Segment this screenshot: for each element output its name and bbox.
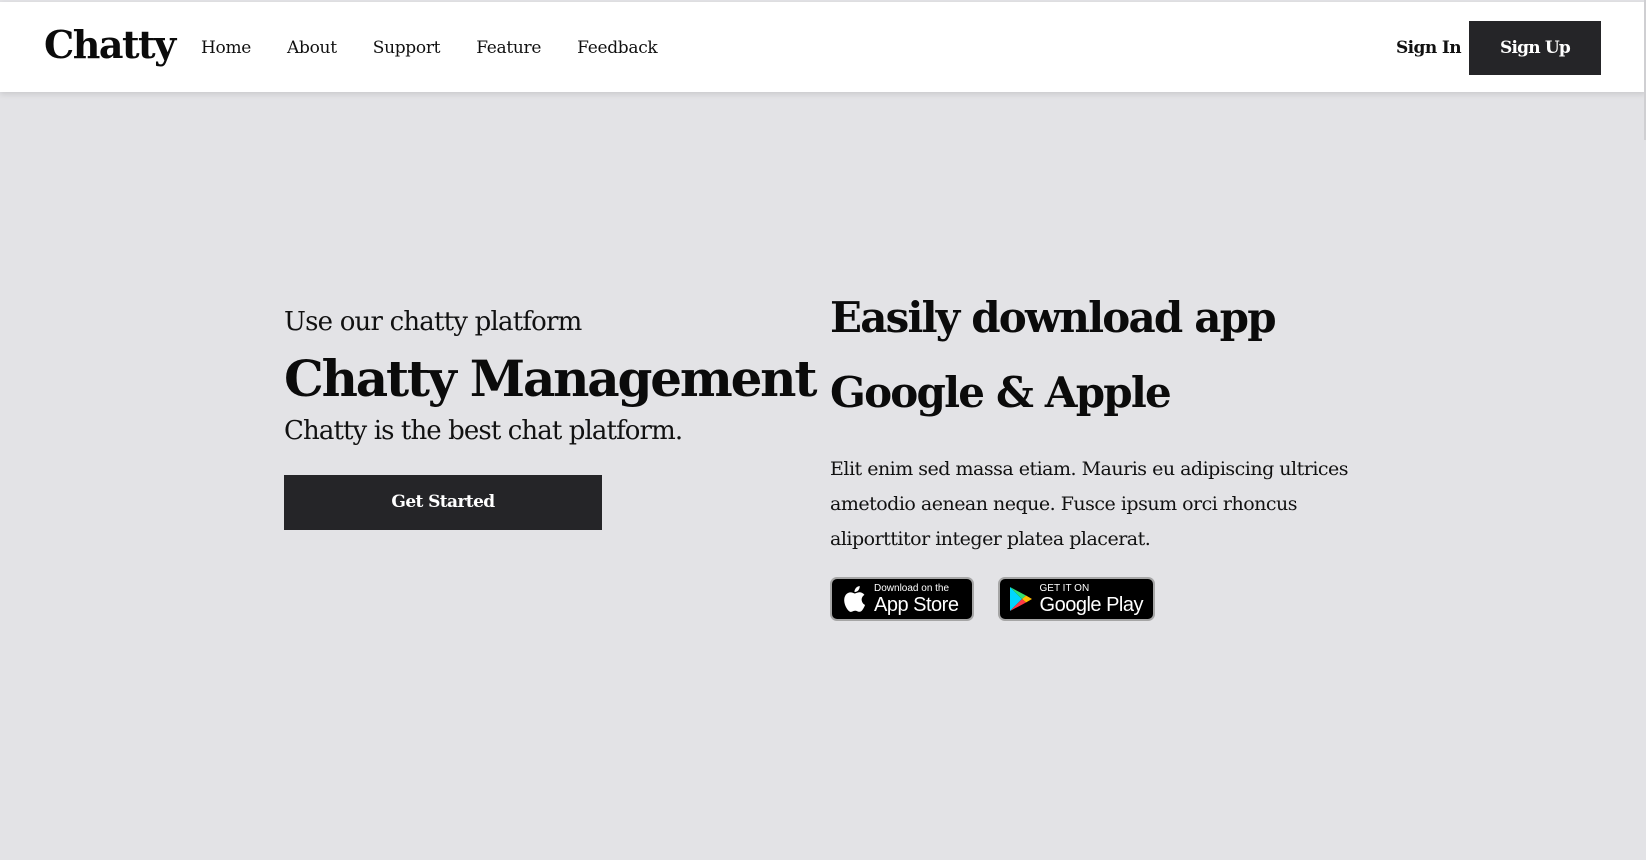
app-store-badge[interactable]: Download on the App Store	[830, 577, 974, 621]
hero-eyebrow: Use our chatty platform	[284, 307, 582, 337]
hero-section: Use our chatty platform Chatty Managemen…	[0, 92, 1646, 862]
navbar: Chatty Home About Support Feature Feedba…	[0, 2, 1646, 92]
download-title-line2: Google & Apple	[830, 368, 1172, 417]
download-title-line1: Easily download app	[830, 293, 1277, 342]
nav-link-support[interactable]: Support	[373, 38, 441, 58]
app-store-text: Download on the App Store	[874, 582, 959, 616]
store-badges: Download on the App Store GET IT ON Goog…	[830, 577, 1390, 621]
download-description: Elit enim sed massa etiam. Mauris eu adi…	[830, 458, 1349, 550]
hero-subtitle: Chatty is the best chat platform.	[284, 415, 683, 446]
hero-intro: Use our chatty platform Chatty Managemen…	[284, 307, 817, 530]
nav-link-home[interactable]: Home	[201, 38, 251, 58]
nav-link-feedback[interactable]: Feedback	[577, 38, 658, 58]
google-play-icon	[1008, 585, 1034, 613]
nav-link-feature[interactable]: Feature	[476, 38, 541, 58]
sign-in-link[interactable]: Sign In	[1396, 38, 1462, 58]
apple-icon	[840, 585, 868, 613]
google-play-text: GET IT ON Google Play	[1039, 582, 1144, 616]
google-play-small-text: GET IT ON	[1039, 582, 1090, 594]
sign-up-button[interactable]: Sign Up	[1469, 21, 1601, 75]
hero-title: Chatty Management	[284, 349, 817, 409]
app-store-small-text: Download on the	[874, 582, 950, 594]
app-store-big-text: App Store	[874, 593, 959, 616]
nav-links: Home About Support Feature Feedback	[201, 38, 693, 58]
google-play-big-text: Google Play	[1039, 593, 1144, 616]
google-play-badge[interactable]: GET IT ON Google Play	[998, 577, 1155, 621]
nav-link-about[interactable]: About	[287, 38, 337, 58]
get-started-button[interactable]: Get Started	[284, 474, 602, 530]
brand-logo[interactable]: Chatty	[44, 22, 176, 68]
landing-page: Chatty Home About Support Feature Feedba…	[0, 0, 1646, 862]
download-section: Easily download app Google & Apple Elit …	[830, 280, 1390, 621]
